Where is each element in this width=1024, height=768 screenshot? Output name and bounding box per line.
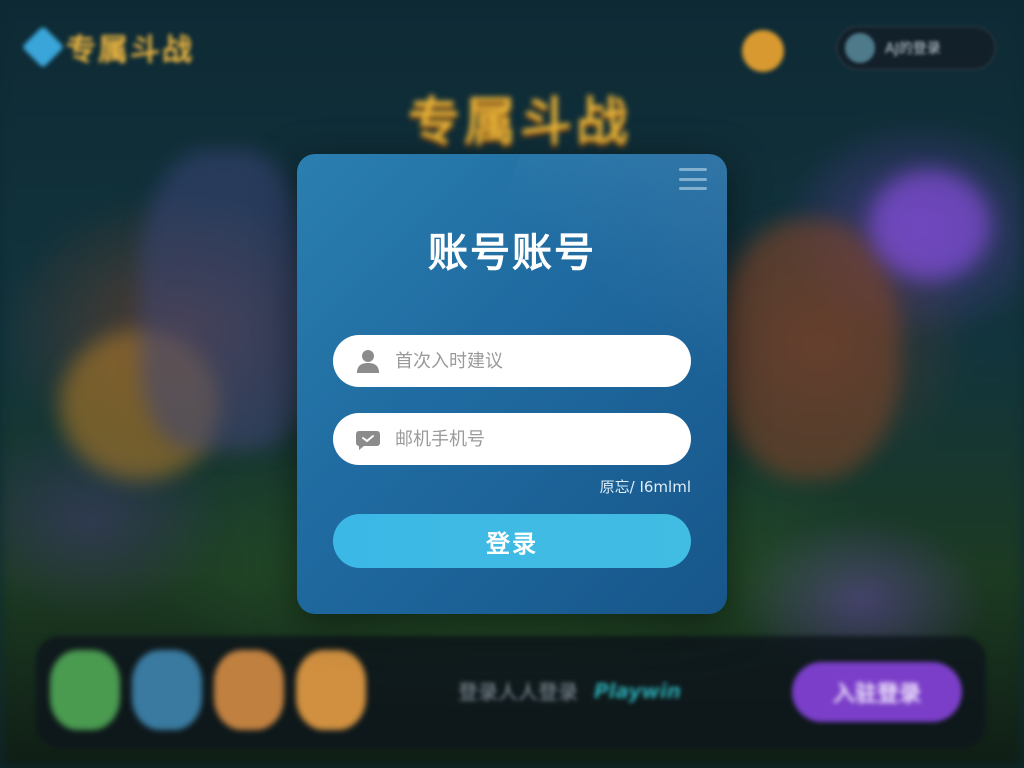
login-dialog: 账号账号 原忘/ I6mlml 登录 — [297, 154, 727, 614]
forgot-link[interactable]: 原忘/ I6mlml — [600, 476, 691, 497]
bottom-promo-text: 登录人人登录 — [458, 680, 578, 704]
login-title: 账号账号 — [428, 230, 596, 276]
user-icon — [357, 350, 379, 373]
character-thumb[interactable] — [50, 650, 120, 730]
background-monster — [720, 220, 900, 480]
bell-icon[interactable] — [742, 30, 784, 72]
account-field[interactable] — [333, 335, 691, 387]
center-title-logo: 专属斗战 — [407, 93, 632, 153]
game-logo: 专属斗战 — [21, 22, 238, 72]
message-icon — [356, 431, 380, 450]
user-pill[interactable]: AJ的登录 — [836, 26, 996, 70]
account-input[interactable] — [395, 350, 691, 372]
game-logo-text: 专属斗战 — [66, 33, 194, 68]
bottom-character-list — [50, 650, 366, 730]
menu-icon[interactable] — [679, 168, 707, 190]
avatar — [845, 33, 875, 63]
bottom-promo-accent: Playwin — [594, 678, 682, 703]
character-thumb[interactable] — [214, 650, 284, 730]
character-thumb[interactable] — [132, 650, 202, 730]
login-button[interactable]: 登录 — [333, 514, 691, 568]
phone-input[interactable] — [395, 428, 691, 450]
background-flower — [870, 170, 990, 280]
join-button[interactable]: 入驻登录 — [792, 662, 962, 722]
logo-gem-icon — [21, 25, 65, 69]
bottom-promo: 登录人人登录 Playwin — [458, 676, 681, 705]
character-thumb[interactable] — [296, 650, 366, 730]
phone-field[interactable] — [333, 413, 691, 465]
background-hero — [140, 150, 310, 450]
user-pill-text: AJ的登录 — [885, 41, 941, 57]
